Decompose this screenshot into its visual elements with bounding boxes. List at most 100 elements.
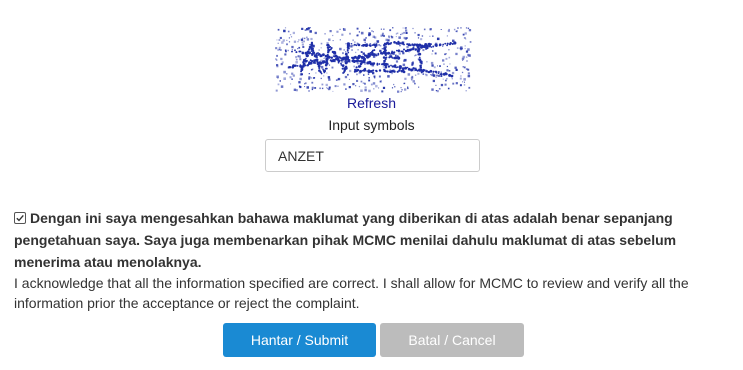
captcha-letter-dot bbox=[435, 72, 438, 74]
captcha-input[interactable] bbox=[265, 139, 480, 172]
captcha-noise-dot bbox=[282, 39, 285, 42]
captcha-letter-dot bbox=[418, 56, 421, 59]
captcha-noise-dot bbox=[402, 63, 406, 67]
captcha-letter-dot bbox=[365, 54, 368, 58]
captcha-letter-dot bbox=[344, 61, 348, 65]
captcha-noise-dot bbox=[466, 60, 468, 62]
captcha-noise-dot bbox=[401, 89, 403, 91]
captcha-noise-dot bbox=[314, 31, 317, 35]
captcha-noise-dot bbox=[306, 38, 310, 41]
captcha-noise-dot bbox=[297, 48, 299, 50]
captcha-noise-dot bbox=[298, 39, 300, 41]
acknowledgement-checkbox[interactable] bbox=[14, 212, 26, 224]
captcha-noise-dot bbox=[275, 47, 278, 50]
captcha-letter-dot bbox=[294, 49, 296, 52]
captcha-noise-dot bbox=[347, 73, 349, 76]
captcha-noise-dot bbox=[405, 29, 408, 32]
captcha-noise-dot bbox=[373, 88, 375, 90]
captcha-noise-dot bbox=[301, 27, 304, 30]
captcha-noise-dot bbox=[431, 88, 434, 91]
captcha-noise-dot bbox=[423, 28, 426, 31]
captcha-noise-dot bbox=[368, 77, 370, 79]
captcha-letter-dot bbox=[341, 64, 345, 67]
captcha-noise-dot bbox=[442, 59, 445, 62]
captcha-noise-dot bbox=[395, 54, 397, 57]
captcha-noise-dot bbox=[286, 43, 288, 46]
captcha-noise-dot bbox=[304, 86, 306, 88]
captcha-letter-dot bbox=[390, 42, 393, 44]
captcha-noise-dot bbox=[440, 83, 444, 87]
captcha-noise-dot bbox=[279, 80, 281, 82]
captcha-noise-dot bbox=[328, 78, 331, 81]
captcha-noise-dot bbox=[320, 47, 322, 49]
captcha-noise-dot bbox=[439, 65, 441, 67]
captcha-noise-dot bbox=[382, 34, 384, 36]
captcha-noise-dot bbox=[308, 90, 310, 92]
refresh-captcha-link[interactable]: Refresh bbox=[0, 95, 743, 111]
refresh-captcha-label[interactable]: Refresh bbox=[347, 95, 396, 111]
captcha-noise-dot bbox=[299, 58, 302, 61]
captcha-noise-dot bbox=[399, 44, 401, 47]
captcha-noise-dot bbox=[465, 68, 468, 70]
captcha-noise-dot bbox=[469, 41, 472, 43]
captcha-noise-dot bbox=[291, 72, 294, 75]
captcha-letter-dot bbox=[406, 66, 409, 69]
captcha-noise-dot bbox=[344, 75, 348, 79]
captcha-noise-dot bbox=[342, 52, 344, 55]
captcha-letter-dot bbox=[371, 50, 374, 54]
captcha-letter-dot bbox=[399, 42, 402, 44]
captcha-letter-dot bbox=[337, 59, 341, 63]
captcha-noise-dot bbox=[388, 35, 390, 37]
captcha-noise-dot bbox=[398, 52, 401, 55]
captcha-noise-dot bbox=[308, 73, 310, 75]
cancel-button[interactable]: Batal / Cancel bbox=[380, 323, 524, 357]
captcha-letter-dot bbox=[288, 66, 292, 69]
captcha-noise-dot bbox=[462, 66, 464, 68]
captcha-noise-dot bbox=[446, 35, 448, 37]
captcha-noise-dot bbox=[325, 83, 328, 87]
captcha-letter-dot bbox=[344, 65, 348, 68]
captcha-letter-dot bbox=[304, 64, 307, 67]
captcha-letter-dot bbox=[359, 62, 363, 66]
captcha-noise-dot bbox=[405, 31, 408, 34]
captcha-noise-dot bbox=[363, 74, 365, 76]
captcha-noise-dot bbox=[402, 27, 404, 29]
captcha-noise-dot bbox=[417, 33, 420, 37]
captcha-letter-dot bbox=[357, 54, 361, 58]
captcha-noise-dot bbox=[336, 30, 339, 33]
captcha-noise-dot bbox=[406, 45, 409, 49]
captcha-letter-dot bbox=[401, 67, 405, 70]
captcha-noise-dot bbox=[467, 72, 470, 75]
captcha-noise-dot bbox=[379, 81, 382, 83]
captcha-noise-dot bbox=[302, 46, 305, 48]
captcha-noise-dot bbox=[358, 85, 361, 88]
captcha-noise-dot bbox=[345, 88, 347, 90]
captcha-noise-dot bbox=[343, 83, 346, 86]
captcha-letter-dot bbox=[311, 44, 314, 47]
captcha-letter-dot bbox=[397, 42, 400, 45]
captcha-noise-dot bbox=[315, 72, 317, 74]
captcha-noise-dot bbox=[357, 49, 359, 51]
captcha-letter-dot bbox=[381, 52, 384, 55]
captcha-noise-dot bbox=[444, 83, 447, 86]
captcha-noise bbox=[275, 27, 472, 93]
captcha-noise-dot bbox=[337, 85, 339, 87]
captcha-noise-dot bbox=[463, 84, 466, 86]
captcha-noise-dot bbox=[383, 28, 385, 30]
captcha-noise-dot bbox=[440, 29, 442, 30]
captcha-letter-dot bbox=[344, 52, 348, 56]
captcha-noise-dot bbox=[311, 86, 314, 89]
captcha-letter-dot bbox=[353, 70, 356, 73]
captcha-letter-dot bbox=[347, 58, 351, 63]
captcha-noise-dot bbox=[288, 37, 290, 39]
captcha-noise-dot bbox=[277, 42, 279, 44]
submit-button[interactable]: Hantar / Submit bbox=[223, 323, 376, 357]
captcha-noise-dot bbox=[403, 82, 405, 85]
captcha-noise-dot bbox=[467, 27, 470, 29]
captcha-noise-dot bbox=[331, 66, 334, 69]
captcha-noise-dot bbox=[418, 86, 420, 88]
captcha-letter-dot bbox=[374, 44, 376, 47]
captcha-noise-dot bbox=[414, 82, 416, 85]
captcha-letter-dot bbox=[401, 50, 404, 53]
captcha-letter-dot bbox=[296, 65, 299, 67]
